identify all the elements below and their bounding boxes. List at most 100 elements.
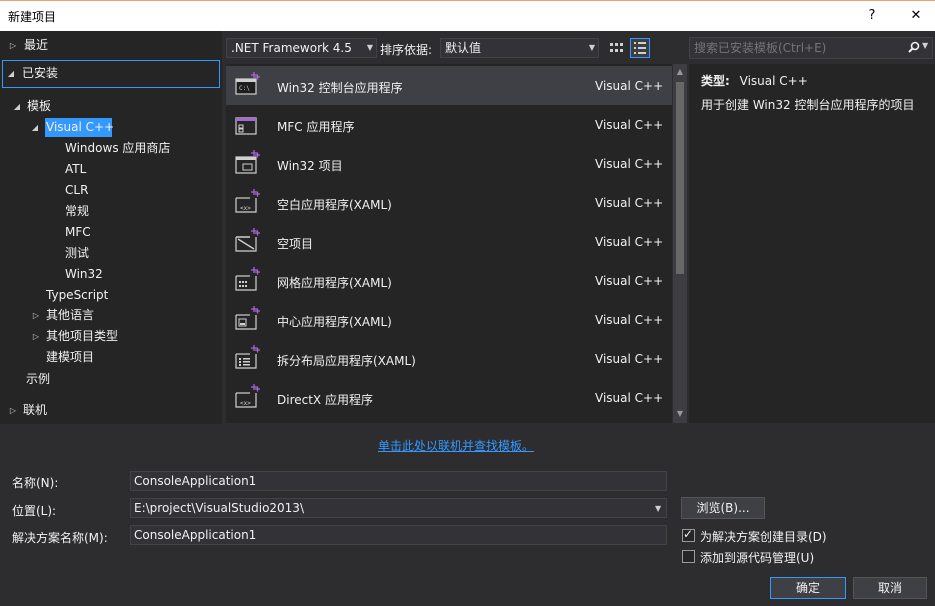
tree-node-windows-store[interactable]: Windows 应用商店 xyxy=(65,138,170,159)
tree-node-typescript[interactable]: TypeScript xyxy=(46,285,108,306)
tree-node-label: 模板 xyxy=(27,99,52,113)
template-language: Visual C++ xyxy=(595,352,664,366)
tree-node-modeling-projects[interactable]: 建模项目 xyxy=(46,347,94,368)
type-label: 类型: xyxy=(701,74,730,88)
template-item[interactable]: 中心应用程序(XAML) Visual C++ xyxy=(226,300,672,339)
location-field[interactable] xyxy=(130,498,667,518)
empty-project-icon xyxy=(235,228,260,252)
collapse-arrow-icon[interactable]: ◢ xyxy=(30,117,40,138)
ok-button[interactable]: 确定 xyxy=(770,577,846,599)
template-item[interactable]: 网格应用程序(XAML) Visual C++ xyxy=(226,261,672,300)
location-label: 位置(L): xyxy=(12,504,57,518)
expand-arrow-icon[interactable]: ▷ xyxy=(8,400,18,421)
name-field[interactable] xyxy=(130,471,667,491)
expand-arrow-icon[interactable]: ▷ xyxy=(8,35,18,56)
blank-xaml-app-icon: <x> xyxy=(235,189,260,213)
add-source-control-label[interactable]: 添加到源代码管理(U) xyxy=(700,549,814,566)
hub-xaml-app-icon xyxy=(235,306,260,330)
online-templates-link[interactable]: 单击此处以联机并查找模板。 xyxy=(378,437,534,454)
grid-xaml-app-icon xyxy=(235,267,260,291)
tree-node-win32[interactable]: Win32 xyxy=(65,264,103,285)
solution-name-label: 解决方案名称(M): xyxy=(12,531,108,545)
tree-node-installed[interactable]: ◢ 已安装 xyxy=(2,60,220,88)
tree-node-other-languages[interactable]: ▷ 其他语言 xyxy=(31,305,94,326)
tree-node-templates[interactable]: ◢ 模板 xyxy=(12,96,51,117)
tree-node-online[interactable]: ▷ 联机 xyxy=(8,400,47,421)
svg-text:<x>: <x> xyxy=(240,205,251,212)
tree-node-label: 其他语言 xyxy=(46,308,95,322)
collapse-arrow-icon[interactable]: ◢ xyxy=(12,96,22,117)
expand-arrow-icon[interactable]: ▷ xyxy=(31,326,41,347)
chevron-down-icon[interactable]: ▼ xyxy=(655,504,661,513)
template-language: Visual C++ xyxy=(595,118,664,132)
template-name: MFC 应用程序 xyxy=(277,120,355,134)
help-button[interactable]: ? xyxy=(858,5,886,27)
search-icon[interactable] xyxy=(908,40,920,56)
create-directory-checkbox[interactable]: ✓ xyxy=(682,527,695,542)
type-value: Visual C++ xyxy=(739,74,808,88)
tree-node-clr[interactable]: CLR xyxy=(65,180,88,201)
collapse-arrow-icon[interactable]: ◢ xyxy=(6,63,16,84)
template-item[interactable]: Win32 项目 Visual C++ xyxy=(226,144,672,183)
tree-node-recent[interactable]: ▷ 最近 xyxy=(8,35,48,56)
tree-node-label: 联机 xyxy=(23,403,48,417)
scroll-down-icon[interactable]: ▼ xyxy=(675,409,685,418)
win32-project-icon xyxy=(235,150,260,174)
template-item[interactable]: 拆分布局应用程序(XAML) Visual C++ xyxy=(226,339,672,378)
template-language: Visual C++ xyxy=(595,391,664,405)
template-list: C:\ Win32 控制台应用程序 Visual C++ MFC 应用程序 Vi… xyxy=(226,64,672,423)
create-directory-label[interactable]: 为解决方案创建目录(D) xyxy=(700,528,827,545)
template-list-scrollbar[interactable]: ▲ ▼ xyxy=(673,64,687,423)
template-language: Visual C++ xyxy=(595,79,664,93)
framework-select-value: .NET Framework 4.5 xyxy=(231,41,352,55)
search-input[interactable] xyxy=(694,40,904,56)
template-item[interactable]: MFC 应用程序 Visual C++ xyxy=(226,105,672,144)
tree-node-general[interactable]: 常规 xyxy=(65,201,89,222)
framework-select[interactable]: .NET Framework 4.5 ▼ xyxy=(226,38,377,58)
mfc-app-icon xyxy=(235,117,257,135)
tree-node-atl[interactable]: ATL xyxy=(65,159,86,180)
chevron-down-icon: ▼ xyxy=(588,43,595,52)
sort-label: 排序依据: xyxy=(380,43,433,57)
template-tree: ▷ 最近 ◢ 已安装 ◢ 模板 ◢ Visual C++ Windows 应用商… xyxy=(0,31,222,424)
chevron-down-icon: ▼ xyxy=(366,43,373,52)
template-item[interactable]: <x> 空白应用程序(XAML) Visual C++ xyxy=(226,183,672,222)
close-button[interactable]: ✕ xyxy=(902,5,930,27)
list-view-icon[interactable] xyxy=(630,38,650,58)
solution-name-field[interactable] xyxy=(130,525,667,545)
tree-node-mfc[interactable]: MFC xyxy=(65,222,91,243)
template-item[interactable]: C:\ Win32 控制台应用程序 Visual C++ xyxy=(226,66,672,105)
name-label: 名称(N): xyxy=(12,476,59,490)
grid-view-icon[interactable] xyxy=(606,38,626,58)
sort-select[interactable]: 默认值 ▼ xyxy=(440,38,599,58)
chevron-down-icon[interactable]: ▼ xyxy=(922,41,928,50)
add-source-control-checkbox[interactable] xyxy=(682,550,695,563)
tree-node-label: 已安装 xyxy=(22,66,59,80)
cancel-button[interactable]: 取消 xyxy=(853,577,927,599)
template-name: DirectX 应用程序 xyxy=(277,393,373,407)
browse-button[interactable]: 浏览(B)... xyxy=(681,497,765,519)
scroll-up-icon[interactable]: ▲ xyxy=(675,67,685,76)
template-item[interactable]: <x> DirectX 应用程序 Visual C++ xyxy=(226,378,672,417)
scrollbar-thumb[interactable] xyxy=(676,82,684,274)
title-bar: 新建项目 ? ✕ xyxy=(0,0,935,31)
template-toolbar: .NET Framework 4.5 ▼ 排序依据: 默认值 ▼ xyxy=(222,31,688,64)
template-item-partial[interactable] xyxy=(226,417,672,423)
checkmark-icon: ✓ xyxy=(683,527,694,541)
template-language: Visual C++ xyxy=(595,313,664,327)
tree-node-visual-cpp[interactable]: ◢ Visual C++ xyxy=(30,117,114,138)
template-detail-panel: 类型: Visual C++ 用于创建 Win32 控制台应用程序的项目 xyxy=(689,64,935,423)
template-language: Visual C++ xyxy=(595,196,664,210)
template-name: 拆分布局应用程序(XAML) xyxy=(277,354,416,368)
tree-node-other-project-types[interactable]: ▷ 其他项目类型 xyxy=(31,326,118,347)
directx-app-icon: <x> xyxy=(235,384,260,408)
tree-node-test[interactable]: 测试 xyxy=(65,243,89,264)
tree-node-samples[interactable]: 示例 xyxy=(26,369,50,390)
expand-arrow-icon[interactable]: ▷ xyxy=(31,305,41,326)
template-item[interactable]: 空项目 Visual C++ xyxy=(226,222,672,261)
template-description: 用于创建 Win32 控制台应用程序的项目 xyxy=(701,98,915,112)
tree-node-label: 最近 xyxy=(24,38,49,52)
tree-node-label: 其他项目类型 xyxy=(46,329,119,343)
template-search[interactable]: ▼ xyxy=(689,37,933,59)
sort-select-value: 默认值 xyxy=(445,41,482,55)
